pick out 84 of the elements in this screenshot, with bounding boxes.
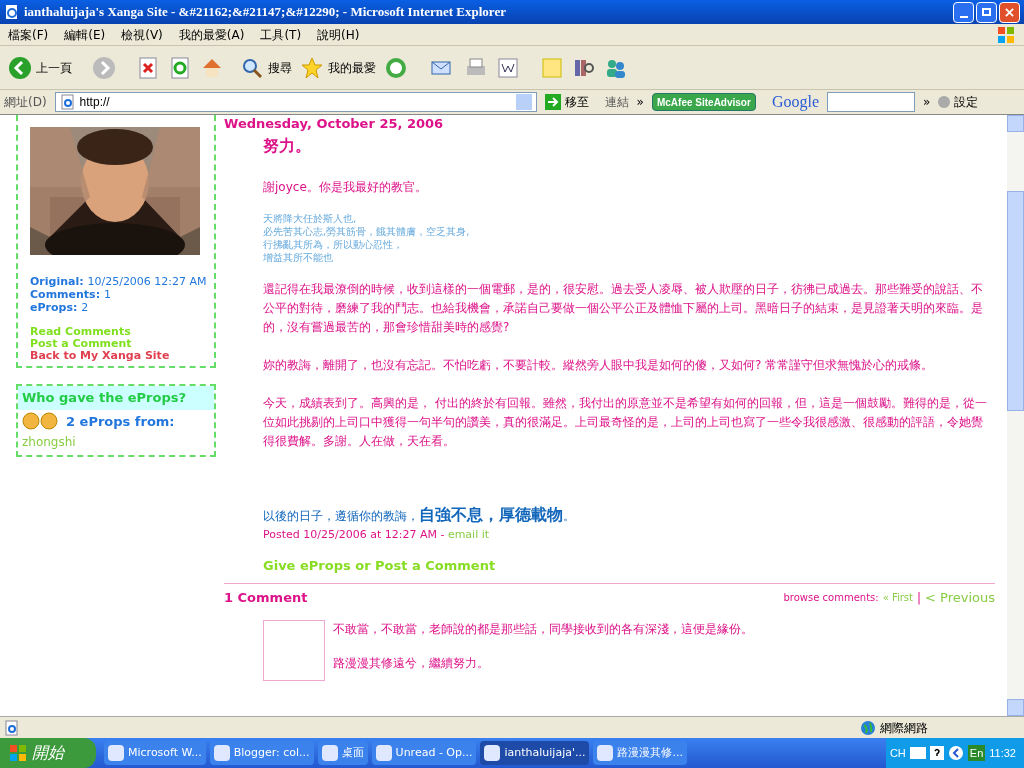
start-button[interactable]: 開始 [0,738,96,768]
quote-line: 行拂亂其所為，所以動心忍性， [263,238,404,251]
scrollbar[interactable] [1007,115,1024,716]
meta-value: 10/25/2006 12:27 AM [87,275,207,288]
menu-item[interactable]: 編輯(E) [64,25,106,44]
quote-line: 天將降大任於斯人也, [263,212,358,225]
taskbar-button[interactable]: Unread - Op... [371,741,477,765]
history-icon[interactable] [384,55,408,80]
comment-text: 路漫漫其修遠兮，繼續努力。 [333,654,490,672]
minimize-button[interactable] [953,1,974,23]
menu-item[interactable]: 工具(T) [260,25,302,44]
app-icon [484,745,501,761]
forward-icon[interactable] [92,55,116,80]
language-indicator[interactable]: CH [889,744,906,762]
app-icon [321,745,338,761]
eprops-count: 2 eProps from: [66,412,175,431]
menu-item[interactable]: 檢視(V) [121,25,163,44]
close-icon [1005,7,1014,17]
quote-line: 必先苦其心志,勞其筋骨，餓其體膚，空乏其身, [263,225,471,238]
taskbar-button[interactable]: Blogger: col... [209,741,314,765]
post-closing: 以後的日子，遵循你的教誨，自強不息，厚德載物。 [263,504,576,526]
favorites-button[interactable]: 我的最愛 [300,55,376,80]
menu-item[interactable]: 我的最愛(A) [178,25,245,44]
settings-button[interactable]: 設定 [938,93,979,111]
page-icon [4,719,20,736]
page-icon [4,4,20,20]
avatar-frame [263,619,325,681]
meta-value: 1 [103,288,111,301]
windows-logo-icon [8,743,28,763]
comments-heading: 1 Comment [224,589,309,607]
siteadvisor-button[interactable]: McAfee SiteAdvisor [651,93,756,111]
taskbar-button[interactable]: 桌面 [317,741,368,765]
post-timestamp: Posted 10/25/2006 at 12:27 AM - [263,528,445,541]
meta-value: 2 [81,301,89,314]
meta-label: Original: [30,275,84,288]
meta-label: Comments: [30,288,101,301]
back-button[interactable]: 上一頁 [8,55,72,80]
address-label: 網址(D) [4,94,47,111]
links-label[interactable]: 連結 [604,93,629,111]
google-logo: Google [771,92,819,113]
close-button[interactable] [999,1,1020,23]
taskbar-button[interactable]: 路漫漫其修... [593,741,687,765]
post-title: 努力。 [263,135,312,157]
go-arrow-icon [544,94,561,110]
sidebar-link[interactable]: Back to My Xanga Site [30,349,170,362]
google-search-field[interactable] [827,92,915,112]
page-icon [59,94,76,110]
app-icon [213,745,230,761]
chevron-text[interactable]: » [636,93,644,111]
app-icon [597,745,614,761]
search-button[interactable]: 搜尋 [240,55,292,80]
post-paragraph: 今天，成績表到了。高興的是， 付出的終於有回報。雖然，我付出的原意並不是希望有如何的回報，但，這是一個鼓勵。難得的是，從一位如此挑剔的上司口中獲得一句半句的讚美，真的很滿足。上司最奇怪的是，上司的上司也寫了一些令我很感激、很感動的評語，令她覺得很費解。多謝。人在做，天在看。 [263,395,988,450]
zone-text: 網際網路 [880,719,929,737]
meta-label: eProps: [30,301,78,314]
browse-label: browse comments: [783,591,879,606]
windows-logo-icon [996,24,1016,45]
link-separator: | [917,589,922,607]
taskbar-button[interactable]: Microsoft W... [104,741,206,765]
ime-indicator[interactable]: En [967,744,986,762]
restore-button[interactable] [976,1,997,23]
taskbar-button[interactable]: ianthaluijaja'... [480,741,590,765]
menu-item[interactable]: 說明(H) [317,25,360,44]
post-text: 謝joyce。你是我最好的教官。 [263,179,428,196]
chevron-text[interactable]: » [923,93,931,111]
clock: 11:32 [989,745,1017,761]
app-icon [375,745,392,761]
window-title: ianthaluijaja's Xanga Site - &#21162;&#21147;&#12290; - Microsoft Internet Explorer [24,3,507,22]
word-icon[interactable] [496,55,520,80]
app-icon [108,745,124,761]
post-paragraph: 妳的教誨，離開了，也沒有忘記。不怕吃虧，不要計較。縱然旁人眼中我是如何的傻，又如何? 常常謹守但求無愧於心的戒條。 [263,357,935,374]
stop-icon[interactable] [136,55,160,80]
comment-text: 不敢當，不敢當，老師說的都是那些話，同學接收到的各有深淺，這便是緣份。 [333,620,753,638]
go-button[interactable]: 移至 [544,93,589,111]
eprops-heading: Who gave the eProps? [18,386,214,410]
quote-line: 增益其所不能也 [263,251,334,264]
star-icon [300,55,324,80]
help-icon[interactable] [929,746,944,760]
address-field[interactable]: http:// [54,92,537,112]
post-date: Wednesday, October 25, 2006 [224,116,445,132]
globe-icon [860,719,876,736]
post-paragraph: 還記得在我最潦倒的時候，收到這樣的一個電郵，是的，很安慰。過去受人凌辱、被人欺壓的日子，彷彿已成過去。那些難受的說話、不公平的對待，磨練了我的鬥志。也給我機會，承諾自己要做一個公平公正及體恤下屬的上司。黑暗日子的結束，是見證著天明的來臨。是的，沒有嘗過最苦的，那會珍惜甜美時的感覺? [263,281,984,336]
menu-item[interactable]: 檔案(F) [8,25,49,44]
refresh-icon[interactable] [168,55,192,80]
eprops-icon [22,412,58,431]
